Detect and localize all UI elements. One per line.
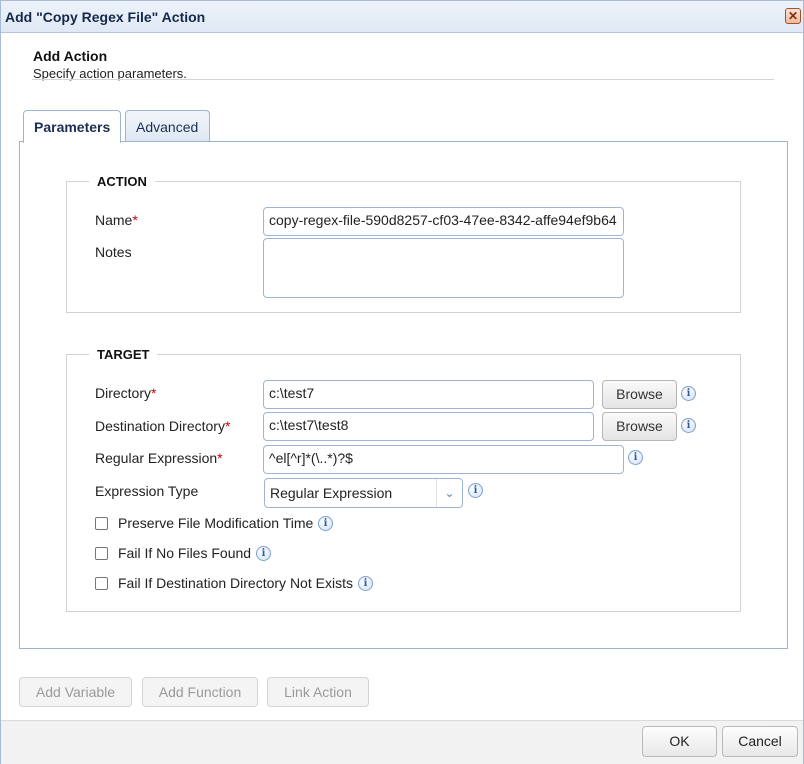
title-bar[interactable]: Add "Copy Regex File" Action ✕ bbox=[1, 1, 803, 33]
notes-label: Notes bbox=[95, 244, 132, 260]
parameters-panel: ACTION TARGET Name* copy-regex-file-590d… bbox=[19, 141, 788, 649]
info-icon[interactable]: i bbox=[468, 483, 483, 498]
tab-parameters[interactable]: Parameters bbox=[23, 110, 121, 143]
info-icon[interactable]: i bbox=[681, 418, 696, 433]
fail-if-no-files-label: Fail If No Files Found bbox=[118, 545, 252, 561]
required-marker: * bbox=[224, 418, 231, 434]
preserve-modification-time-label: Preserve File Modification Time bbox=[118, 515, 314, 531]
action-legend: ACTION bbox=[97, 174, 147, 189]
required-marker: * bbox=[132, 212, 138, 228]
info-icon[interactable]: i bbox=[318, 516, 333, 531]
directory-input[interactable]: c:\test7 bbox=[263, 380, 594, 409]
add-action-dialog: Add "Copy Regex File" Action ✕ Add Actio… bbox=[0, 0, 804, 764]
fail-if-no-files-checkbox[interactable] bbox=[95, 547, 108, 560]
fail-if-destination-missing-checkbox[interactable] bbox=[95, 577, 108, 590]
destination-directory-input[interactable]: c:\test7\test8 bbox=[263, 412, 594, 441]
expression-type-select[interactable]: Regular Expression ⌄ bbox=[264, 478, 463, 508]
name-input[interactable]: copy-regex-file-590d8257-cf03-47ee-8342-… bbox=[263, 207, 624, 236]
info-icon[interactable]: i bbox=[256, 546, 271, 561]
info-icon[interactable]: i bbox=[681, 386, 696, 401]
link-action-button[interactable]: Link Action bbox=[267, 677, 369, 707]
destination-directory-label: Destination Directory* bbox=[95, 418, 231, 434]
dialog-header: Add Action Specify action parameters. bbox=[33, 48, 187, 81]
header-divider bbox=[32, 79, 774, 80]
notes-textarea[interactable] bbox=[263, 238, 624, 298]
regex-label: Regular Expression* bbox=[95, 450, 223, 466]
browse-directory-button[interactable]: Browse bbox=[602, 380, 677, 409]
cancel-button[interactable]: Cancel bbox=[722, 726, 798, 757]
header-title: Add Action bbox=[33, 48, 108, 64]
close-icon[interactable]: ✕ bbox=[785, 8, 801, 24]
expression-type-value: Regular Expression bbox=[270, 485, 393, 501]
target-legend: TARGET bbox=[97, 347, 150, 362]
required-marker: * bbox=[151, 385, 157, 401]
info-icon[interactable]: i bbox=[358, 576, 373, 591]
info-icon[interactable]: i bbox=[628, 450, 643, 465]
directory-label: Directory* bbox=[95, 385, 157, 401]
ok-button[interactable]: OK bbox=[642, 726, 717, 757]
tab-advanced[interactable]: Advanced bbox=[125, 110, 210, 142]
preserve-modification-time-checkbox[interactable] bbox=[95, 517, 108, 530]
dialog-title: Add "Copy Regex File" Action bbox=[5, 9, 206, 25]
chevron-down-icon: ⌄ bbox=[436, 479, 462, 507]
name-label: Name* bbox=[95, 212, 138, 228]
add-function-button[interactable]: Add Function bbox=[142, 677, 258, 707]
required-marker: * bbox=[217, 450, 223, 466]
browse-destination-button[interactable]: Browse bbox=[602, 412, 677, 441]
add-variable-button[interactable]: Add Variable bbox=[19, 677, 132, 707]
expression-type-label: Expression Type bbox=[95, 483, 199, 499]
regex-input[interactable]: ^el[^r]*(\..*)?$ bbox=[263, 445, 624, 474]
fail-if-destination-missing-label: Fail If Destination Directory Not Exists bbox=[118, 575, 353, 591]
